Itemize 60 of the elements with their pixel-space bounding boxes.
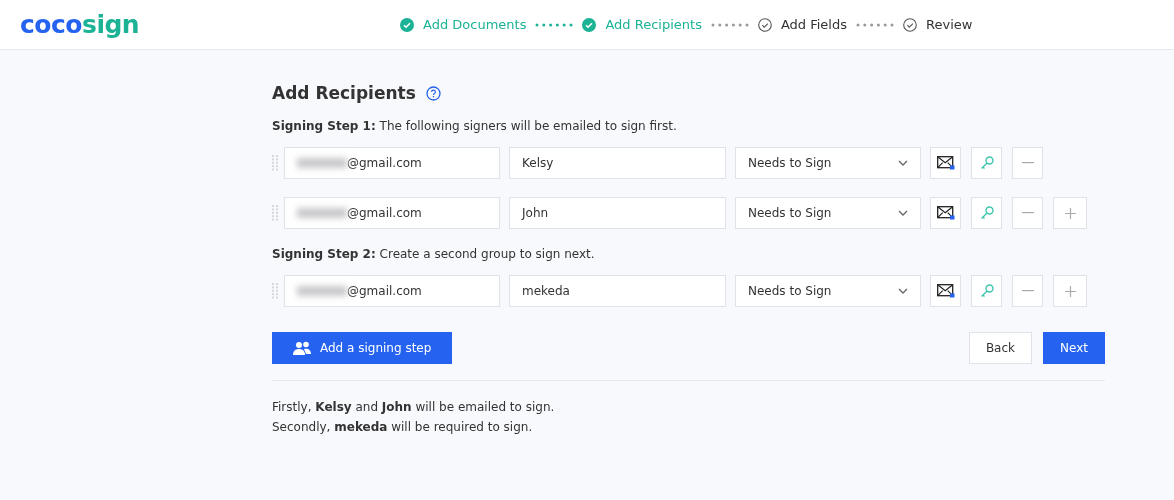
chevron-down-icon [898,288,908,294]
key-icon [979,206,994,220]
remove-button[interactable] [1012,197,1043,229]
access-code-button[interactable] [971,147,1002,179]
plus-icon [1064,207,1076,219]
key-icon [979,284,994,298]
people-icon [293,341,313,355]
envelope-icon [936,206,955,220]
key-icon [979,156,994,170]
check-circle-icon [903,17,917,32]
email-field[interactable]: @gmail.com [284,147,500,179]
step-description: Signing Step 1: The following signers will be emailed to sign first. [272,119,678,133]
logo[interactable]: cocosign [20,10,400,39]
role-dropdown[interactable]: Needs to Sign [735,275,921,307]
dotted-connector [856,22,894,27]
access-code-button[interactable] [971,275,1002,307]
minus-icon [1021,290,1034,292]
step-label[interactable]: Add Fields [780,17,847,32]
back-button[interactable]: Back [968,332,1033,364]
page-title: Add Recipients [272,83,416,103]
remove-button[interactable] [1012,275,1043,307]
add-button[interactable] [1053,197,1087,229]
summary-text: Firstly, Kelsy and John will be emailed to sign. [272,399,556,416]
access-code-button[interactable] [971,197,1002,229]
summary-text: Secondly, mekeda will be required to sign. [272,419,534,436]
help-icon[interactable] [425,85,441,101]
drag-handle-icon[interactable] [272,205,278,221]
add-step-button[interactable]: Add a signing step [272,332,453,364]
email-lock-button[interactable] [930,147,961,179]
role-dropdown[interactable]: Needs to Sign [735,197,921,229]
name-field[interactable]: Kelsy [509,147,726,179]
name-field[interactable]: John [509,197,726,229]
email-lock-button[interactable] [930,197,961,229]
dotted-connector [535,22,574,27]
chevron-down-icon [898,160,908,166]
check-circle-icon [582,17,597,32]
remove-button[interactable] [1012,147,1043,179]
minus-icon [1021,162,1034,164]
dotted-connector [710,22,749,27]
redacted-text [297,286,347,296]
plus-icon [1064,285,1076,297]
redacted-text [297,208,347,218]
add-button[interactable] [1053,275,1087,307]
next-button[interactable]: Next [1043,332,1105,364]
email-lock-button[interactable] [930,275,961,307]
redacted-text [297,158,347,168]
check-circle-icon [400,17,414,32]
email-field[interactable]: @gmail.com [284,197,500,229]
envelope-icon [936,156,955,170]
check-circle-icon [757,17,772,32]
step-label[interactable]: Review [926,17,973,32]
drag-handle-icon[interactable] [272,283,278,299]
email-field[interactable]: @gmail.com [284,275,500,307]
name-field[interactable]: mekeda [509,275,726,307]
role-dropdown[interactable]: Needs to Sign [735,147,921,179]
drag-handle-icon[interactable] [272,155,278,171]
step-description: Signing Step 2: Create a second group to sign next. [272,247,596,261]
minus-icon [1021,212,1034,214]
envelope-icon [936,284,955,298]
chevron-down-icon [898,210,908,216]
